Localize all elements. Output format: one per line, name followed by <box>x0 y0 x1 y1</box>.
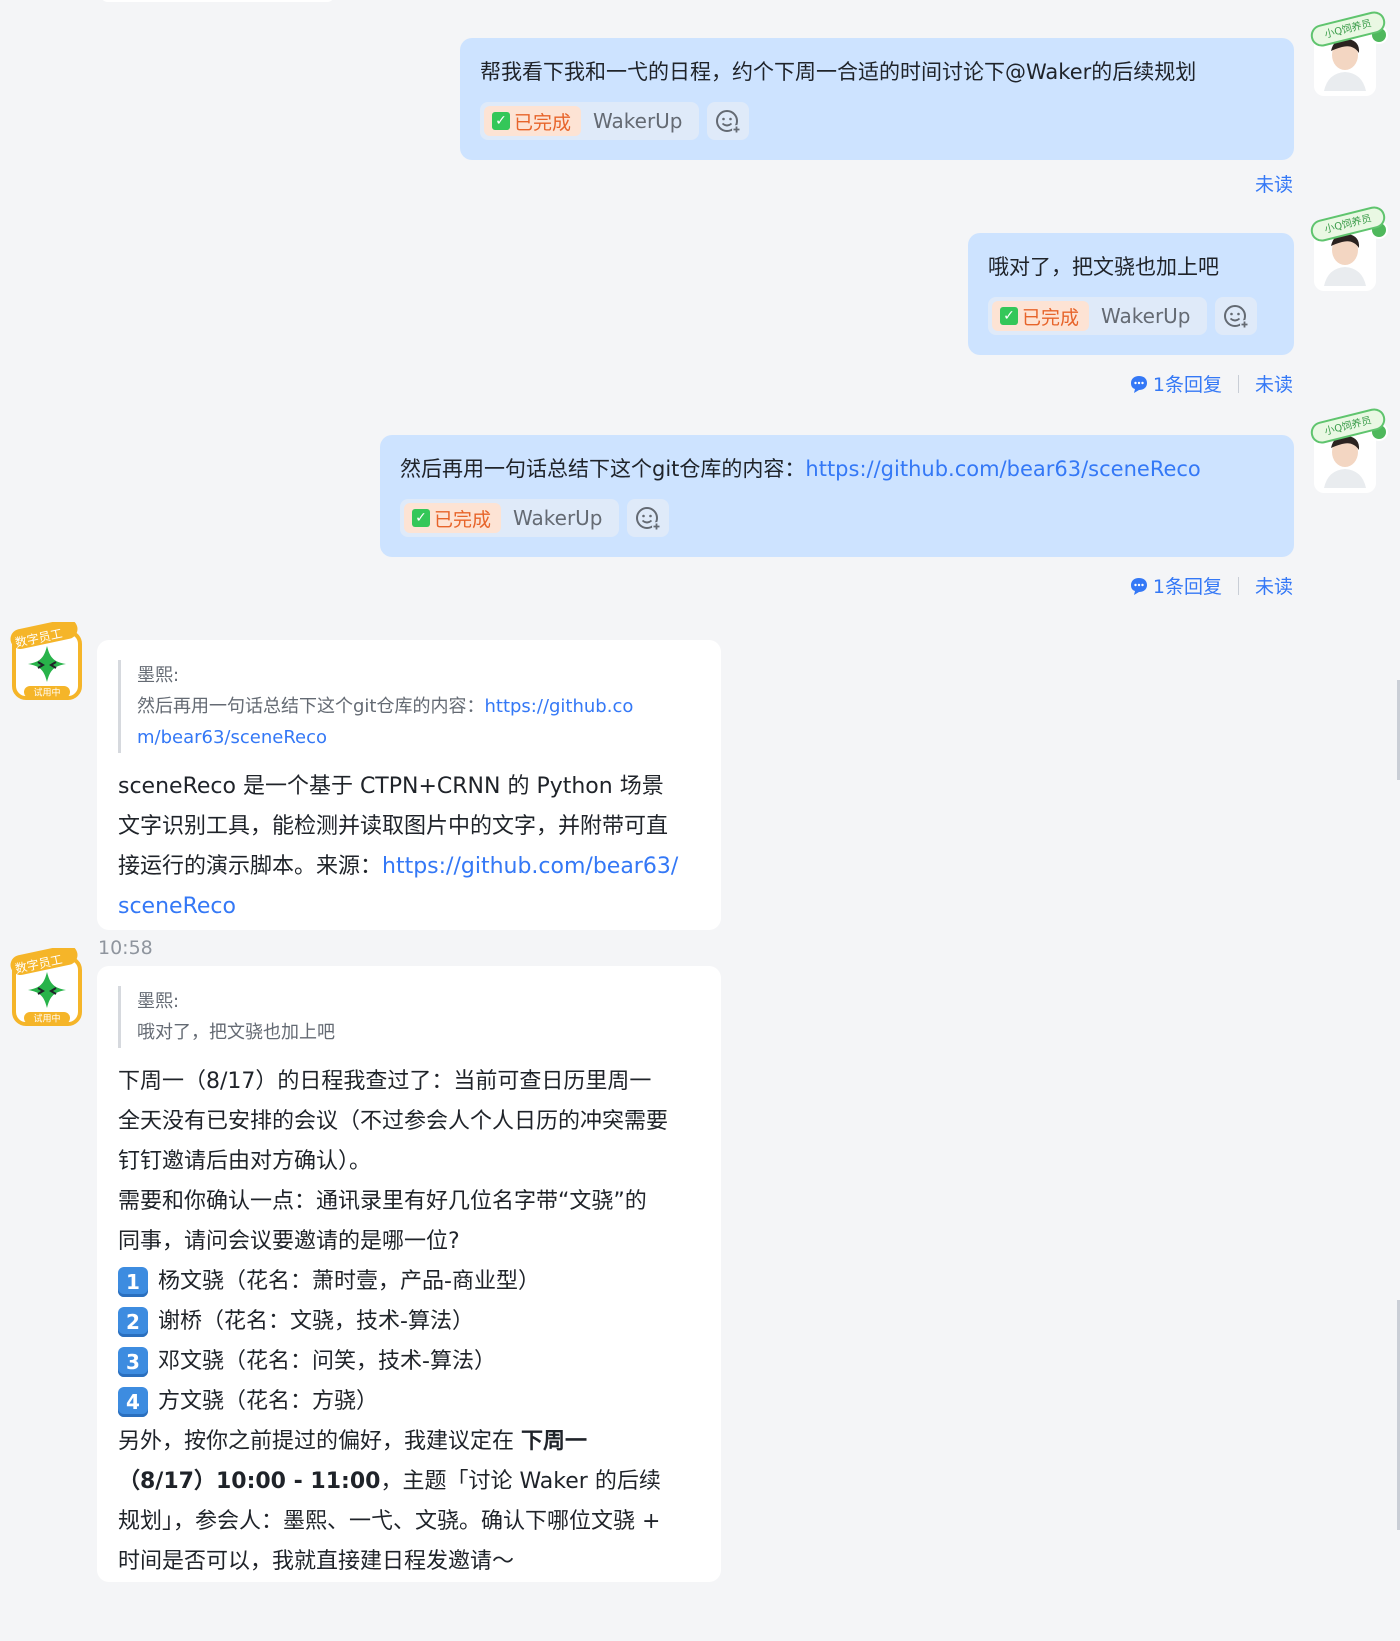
check-icon: ✓ <box>492 112 510 130</box>
keycap-4-icon: 4 <box>118 1387 148 1417</box>
keycap-3-icon: 3 <box>118 1347 148 1377</box>
option-item: 2 谢桥（花名：文骁，技术-算法） <box>118 1302 699 1342</box>
option-item: 1 杨文骁（花名：萧时壹，产品-商业型） <box>118 1262 699 1302</box>
done-label: 已完成 <box>1022 306 1080 329</box>
reply-body: 下周一（8/17）的日程我查过了：当前可查日历里周一 全天没有已安排的会议（不过… <box>118 1062 699 1582</box>
message-text: 哦对了，把文骁也加上吧 <box>988 255 1219 279</box>
keycap-1-icon: 1 <box>118 1267 148 1297</box>
message-2-meta: 1条回复 未读 <box>1129 370 1293 397</box>
bot-reply-2[interactable]: 墨熙: 哦对了，把文骁也加上吧 下周一（8/17）的日程我查过了：当前可查日历里… <box>97 966 721 1582</box>
user-avatar[interactable]: 小Q饲养员 <box>1306 406 1390 499</box>
unread-label[interactable]: 未读 <box>1255 370 1293 397</box>
svg-text:试用中: 试用中 <box>33 687 60 699</box>
svg-text:试用中: 试用中 <box>33 1013 60 1025</box>
bot-avatar[interactable]: 数字员工 试用中 <box>8 945 86 1028</box>
repo-link[interactable]: https://github.com/bear63/sceneReco <box>805 457 1200 481</box>
status-pill[interactable]: ✓ 已完成 WakerUp <box>988 297 1207 335</box>
source-link[interactable]: sceneReco <box>118 894 236 919</box>
quote-author: 墨熙: <box>137 991 180 1012</box>
reply-count-link[interactable]: 1条回复 <box>1153 370 1222 397</box>
quoted-message[interactable]: 墨熙: 然后再用一句话总结下这个git仓库的内容：https://github.… <box>118 660 699 753</box>
add-reaction-button[interactable] <box>706 102 749 140</box>
bot-name: WakerUp <box>1101 304 1191 328</box>
done-status-chip: ✓ 已完成 <box>404 503 502 533</box>
check-icon: ✓ <box>1000 307 1018 325</box>
bot-name: WakerUp <box>513 506 603 530</box>
user-message-3[interactable]: 然后再用一句话总结下这个git仓库的内容：https://github.com/… <box>380 435 1294 557</box>
digital-employee-avatar-icon: 数字员工 试用中 <box>10 619 82 700</box>
unread-label[interactable]: 未读 <box>1255 572 1293 599</box>
bot-avatar[interactable]: 数字员工 试用中 <box>8 619 86 702</box>
quoted-message[interactable]: 墨熙: 哦对了，把文骁也加上吧 <box>118 986 699 1048</box>
quote-text: 哦对了，把文骁也加上吧 <box>137 1022 335 1043</box>
bot-name: WakerUp <box>593 109 683 133</box>
emoji-plus-icon <box>1223 305 1249 329</box>
status-pill[interactable]: ✓ 已完成 WakerUp <box>480 102 699 140</box>
keycap-2-icon: 2 <box>118 1307 148 1337</box>
quote-author: 墨熙: <box>137 665 180 686</box>
done-label: 已完成 <box>434 508 492 531</box>
user-avatar[interactable]: 小Q饲养员 <box>1306 204 1390 297</box>
option-item: 3 邓文骁（花名：问笑，技术-算法） <box>118 1342 699 1382</box>
status-pill[interactable]: ✓ 已完成 WakerUp <box>400 499 619 537</box>
digital-employee-avatar-icon: 数字员工 试用中 <box>10 945 82 1026</box>
done-status-chip: ✓ 已完成 <box>484 106 582 136</box>
user-avatar[interactable]: 小Q饲养员 <box>1306 9 1390 102</box>
emoji-plus-icon <box>715 110 741 134</box>
message-text: 帮我看下我和一弋的日程，约个下周一合适的时间讨论下@Waker的后续规划 <box>480 60 1197 84</box>
reply-count-link[interactable]: 1条回复 <box>1153 572 1222 599</box>
done-label: 已完成 <box>514 111 572 134</box>
add-reaction-button[interactable] <box>626 499 669 537</box>
unread-label[interactable]: 未读 <box>1255 170 1293 197</box>
reply-bubble-icon <box>1130 577 1147 595</box>
reply-bubble-icon <box>1130 375 1147 393</box>
quote-link[interactable]: m/bear63/sceneReco <box>137 727 327 748</box>
source-link[interactable]: https://github.com/bear63/ <box>382 854 678 879</box>
user-message-2[interactable]: 哦对了，把文骁也加上吧 ✓ 已完成 WakerUp <box>968 233 1294 355</box>
option-item: 4 方文骁（花名：方骁） <box>118 1382 699 1422</box>
add-reaction-button[interactable] <box>1214 297 1257 335</box>
reply-body: sceneReco 是一个基于 CTPN+CRNN 的 Python 场景 文字… <box>118 774 679 919</box>
done-status-chip: ✓ 已完成 <box>992 301 1090 331</box>
check-icon: ✓ <box>412 509 430 527</box>
quote-link[interactable]: https://github.co <box>484 696 633 717</box>
previous-message-edge <box>100 0 335 2</box>
message-text: 然后再用一句话总结下这个git仓库的内容：https://github.com/… <box>400 457 1201 481</box>
message-timestamp: 10:58 <box>98 937 153 959</box>
bot-reply-1[interactable]: 墨熙: 然后再用一句话总结下这个git仓库的内容：https://github.… <box>97 640 721 930</box>
emoji-plus-icon <box>635 507 661 531</box>
message-3-meta: 1条回复 未读 <box>1129 572 1293 599</box>
message-1-meta: 未读 <box>1255 170 1293 197</box>
user-message-1[interactable]: 帮我看下我和一弋的日程，约个下周一合适的时间讨论下@Waker的后续规划 ✓ 已… <box>460 38 1294 160</box>
